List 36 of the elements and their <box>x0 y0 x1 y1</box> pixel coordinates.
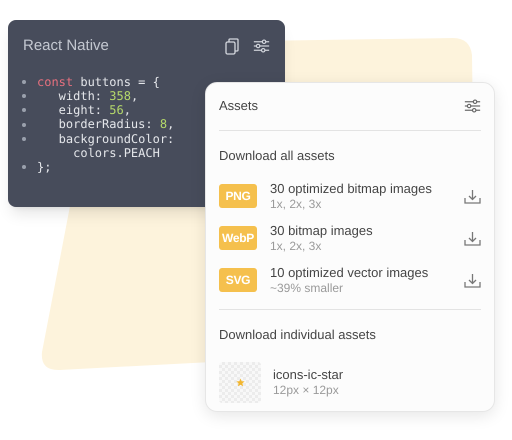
line-bullet <box>22 80 26 84</box>
download-icon[interactable] <box>464 272 481 288</box>
download-icon[interactable] <box>464 188 481 204</box>
download-subtitle: 1x, 2x, 3x <box>270 239 322 253</box>
line-bullet <box>22 122 26 127</box>
copy-icon[interactable] <box>225 38 239 55</box>
code-line: colors.PEACH <box>73 146 160 160</box>
code-line: width: 358, <box>58 88 138 104</box>
settings-sliders-icon[interactable] <box>253 39 270 54</box>
download-subtitle: ~39% smaller <box>270 281 344 295</box>
card-title: React Native <box>23 36 109 56</box>
line-bullet <box>22 108 26 112</box>
download-title: 30 bitmap images <box>270 223 374 239</box>
code-line: }; <box>37 160 52 175</box>
asset-name: icons-ic-star <box>273 367 344 383</box>
settings-sliders-icon[interactable] <box>464 98 481 113</box>
format-badge: SVG <box>219 268 257 292</box>
download-title: 10 optimized vector images <box>270 265 430 281</box>
code-line: eight: 56, <box>58 103 131 118</box>
code-line: const buttons = { <box>37 74 160 89</box>
download-subtitle: 1x, 2x, 3x <box>270 197 322 211</box>
code-line: borderRadius: 8, <box>58 117 174 132</box>
section-heading: Download all assets <box>219 146 336 164</box>
format-badge: WebP <box>219 226 257 250</box>
star-icon <box>236 378 244 386</box>
asset-size: 12px × 12px <box>273 383 340 397</box>
section-heading: Download individual assets <box>219 326 377 344</box>
line-bullet <box>22 165 26 170</box>
line-bullet <box>22 94 26 98</box>
asset-thumbnail[interactable] <box>219 362 261 402</box>
code-line: backgroundColor: <box>58 132 174 146</box>
download-icon[interactable] <box>464 230 481 246</box>
line-bullet <box>22 136 26 141</box>
format-badge: PNG <box>219 184 257 208</box>
panel-title: Assets <box>219 97 258 115</box>
download-title: 30 optimized bitmap images <box>270 181 433 197</box>
